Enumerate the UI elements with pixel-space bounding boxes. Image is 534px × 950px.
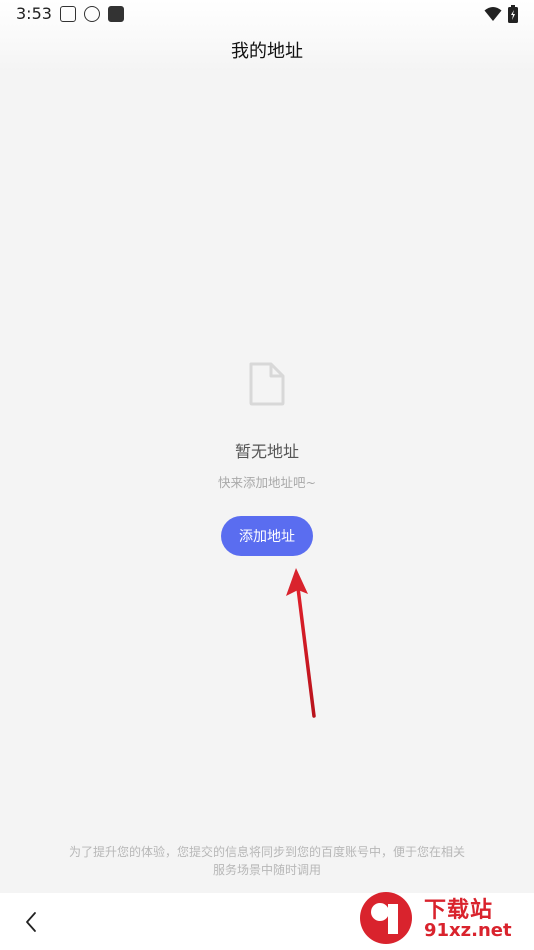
watermark: 下载站 91xz.net <box>358 890 528 946</box>
watermark-logo-icon <box>360 892 412 944</box>
empty-subtitle: 快来添加地址吧~ <box>218 475 316 490</box>
back-button[interactable] <box>16 907 46 937</box>
empty-title: 暂无地址 <box>234 442 299 461</box>
status-icons <box>60 6 124 22</box>
status-right <box>484 5 518 23</box>
weibo-icon <box>84 6 100 22</box>
paw-icon <box>60 6 76 22</box>
footer-note-line2: 服务场景中随时调用 <box>212 863 321 877</box>
red-arrow-annotation <box>286 568 316 718</box>
watermark-en: 91xz.net <box>424 920 512 941</box>
add-address-button[interactable]: 添加地址 <box>221 516 313 556</box>
wifi-icon <box>484 7 502 21</box>
status-bar: 3:53 <box>0 0 534 28</box>
page-title: 我的地址 <box>231 41 303 62</box>
a-icon <box>108 6 124 22</box>
header: 我的地址 <box>0 28 534 72</box>
footer-note: 为了提升您的体验，您提交的信息将同步到您的百度账号中，便于您在相关 服务场景中随… <box>50 843 484 879</box>
chevron-left-icon <box>26 912 36 932</box>
document-icon <box>249 362 285 406</box>
footer-note-line1: 为了提升您的体验，您提交的信息将同步到您的百度账号中，便于您在相关 <box>68 845 465 859</box>
status-time: 3:53 <box>16 4 52 23</box>
battery-icon <box>508 5 518 23</box>
